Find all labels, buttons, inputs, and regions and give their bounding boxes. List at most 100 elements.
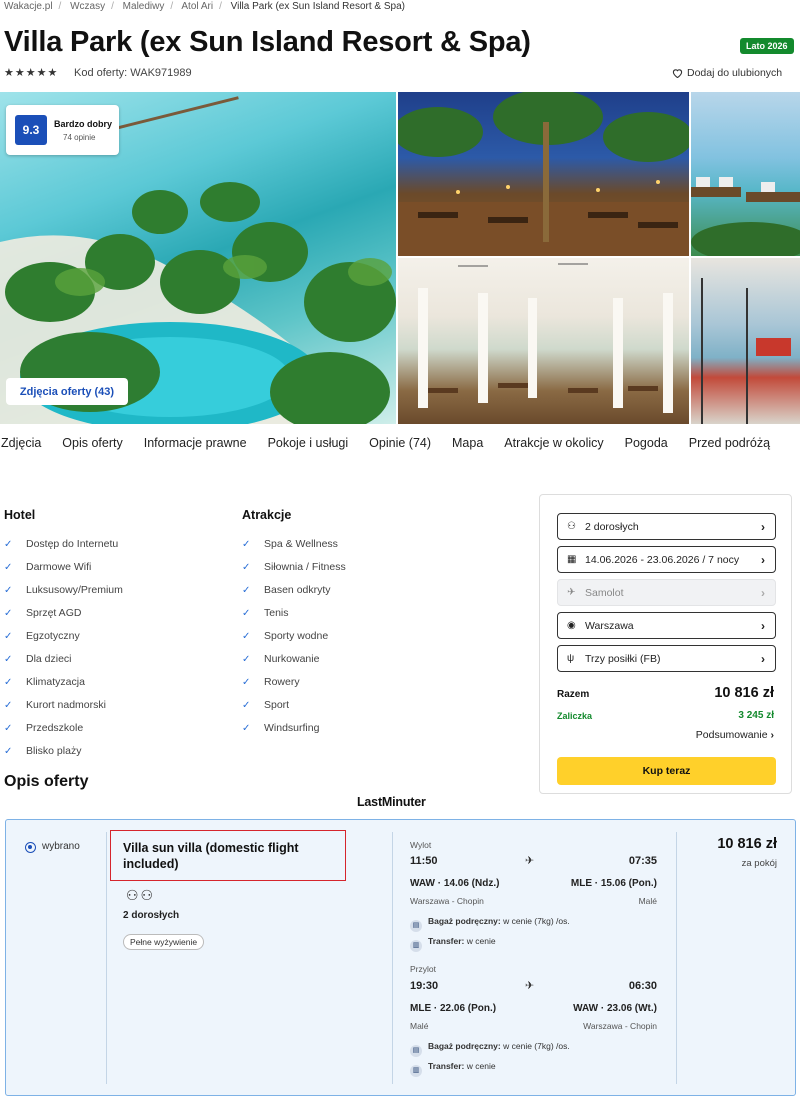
terrace-image [398,92,689,256]
check-icon: ✓ [4,562,13,573]
person-icon: ⚇ [567,521,576,532]
selected-label: wybrano [42,841,80,852]
inbound-transfer: ▥ Transfer: w cenie [410,1061,496,1077]
check-icon: ✓ [4,631,13,642]
photo-gallery: 9.3 Bardzo dobry 74 opinie Zdjęcia ofert… [0,92,800,424]
plane-icon: ✈ [525,980,535,992]
calendar-icon: ▦ [567,554,577,565]
photos-button[interactable]: Zdjęcia oferty (43) [6,378,128,405]
amenity-label: Sprzęt AGD [26,607,82,619]
breadcrumb-item[interactable]: Wakacje.pl [4,1,53,12]
persons-value: 2 dorosłych [585,520,639,533]
amenity-label: Egzotyczny [26,630,80,642]
amenity-label: Blisko plaży [26,745,82,757]
breadcrumb-item[interactable]: Atol Ari [181,1,213,12]
tab-before-trip[interactable]: Przed podróżą [689,436,770,454]
transport-value: Samolot [585,586,624,599]
list-item: ✓ Nurkowanie [242,648,346,671]
outbound-dep-time: 11:50 [410,855,438,867]
attractions-heading: Atrakcje [242,508,292,522]
deposit-price: 3 245 zł [738,710,774,721]
attraction-label: Tenis [264,607,289,619]
tab-photos[interactable]: Zdjęcia [1,436,41,454]
dates-select[interactable]: ▦ 14.06.2026 - 23.06.2026 / 7 nocy › [557,546,776,573]
outbound-label: Wylot [410,840,432,850]
favorite-label: Dodaj do ulubionych [687,67,783,79]
provider-logo: LastMinuter [357,795,426,809]
buy-now-button[interactable]: Kup teraz [557,757,776,785]
tab-rooms-services[interactable]: Pokoje i usługi [268,436,349,454]
star-rating: ★★★★★ [4,67,59,79]
list-item: ✓ Sporty wodne [242,625,346,648]
check-icon: ✓ [4,654,13,665]
persons-select[interactable]: ⚇ 2 dorosłych › [557,513,776,540]
outbound-arr-city: Malé [638,896,657,906]
hotel-amenities-list: ✓ Dostęp do Internetu ✓ Darmowe Wifi ✓ Luks… [4,533,123,763]
tab-nearby-attractions[interactable]: Atrakcje w okolicy [504,436,603,454]
inbound-arr-city: Warszawa - Chopin [583,1021,657,1031]
plane-icon: ✈ [525,855,535,867]
departure-select[interactable]: ◉ Warszawa › [557,612,776,639]
photo-restaurant-hall[interactable] [398,258,689,424]
divider [676,832,677,1084]
attraction-label: Basen odkryty [264,584,331,596]
check-icon: ✓ [4,746,13,757]
offer-card[interactable]: wybrano Villa sun villa (domestic flight… [5,819,796,1096]
check-icon: ✓ [242,608,251,619]
check-icon: ✓ [242,723,251,734]
inbound-baggage: ▤ Bagaż podręczny: w cenie (7kg) /os. [410,1041,570,1057]
attraction-label: Siłownia / Fitness [264,561,346,573]
tab-weather[interactable]: Pogoda [625,436,668,454]
photo-villa-interior[interactable] [691,258,800,424]
section-title: Opis oferty [4,773,89,790]
list-item: ✓ Siłownia / Fitness [242,556,346,579]
selected-radio[interactable] [25,842,36,853]
cutlery-icon: ψ [567,653,575,664]
attraction-label: Sporty wodne [264,630,329,642]
chevron-right-icon: › [761,586,765,600]
summary-link[interactable]: Podsumowanie › [696,729,774,741]
board-select[interactable]: ψ Trzy posiłki (FB) › [557,645,776,672]
inbound-dep-city: Malé [410,1021,429,1031]
chevron-right-icon: › [761,619,765,633]
amenity-label: Darmowe Wifi [26,561,92,573]
check-icon: ✓ [242,677,251,688]
list-item: ✓ Klimatyzacja [4,671,123,694]
offer-price: 10 816 zł [717,836,777,852]
tab-offer-description[interactable]: Opis oferty [62,436,122,454]
tab-reviews[interactable]: Opinie (74) [369,436,431,454]
amenity-label: Dla dzieci [26,653,72,665]
tab-legal-info[interactable]: Informacje prawne [144,436,247,454]
check-icon: ✓ [242,539,251,550]
add-to-favorites-button[interactable]: Dodaj do ulubionych [672,67,782,79]
breadcrumb-item[interactable]: Wczasy [70,1,105,12]
check-icon: ✓ [242,700,251,711]
tab-map[interactable]: Mapa [452,436,483,454]
outbound-transfer: ▥ Transfer: w cenie [410,936,496,952]
photo-water-villas[interactable] [691,92,800,256]
summary-label: Podsumowanie [695,729,768,741]
list-item: ✓ Przedszkole [4,717,123,740]
check-icon: ✓ [4,585,13,596]
heart-icon [672,69,683,79]
attractions-list: ✓ Spa & Wellness ✓ Siłownia / Fitness ✓ Bas… [242,533,346,740]
photo-restaurant-terrace[interactable] [398,92,689,256]
breadcrumb: Wakacje.pl / Wczasy / Malediwy / Atol Ari / … [4,1,405,12]
departure-value: Warszawa [585,619,634,632]
restaurant-hall-image [418,263,673,413]
main-photo[interactable]: 9.3 Bardzo dobry 74 opinie Zdjęcia ofert… [0,92,396,424]
inbound-dep-code: MLE · 22.06 (Pon.) [410,1003,497,1014]
chevron-right-icon: › [761,553,765,567]
suitcase-icon: ▤ [410,1045,422,1057]
list-item: ✓ Sport [242,694,346,717]
rating-count: 74 opinie [63,133,96,142]
season-badge: Lato 2026 [740,38,794,54]
list-item: ✓ Kurort nadmorski [4,694,123,717]
adults-count: 2 dorosłych [123,910,180,921]
rating-card[interactable]: 9.3 Bardzo dobry 74 opinie [6,105,119,155]
suitcase-icon: ▤ [410,920,422,932]
breadcrumb-item[interactable]: Malediwy [123,1,165,12]
attraction-label: Sport [264,699,290,711]
board-badge: Pełne wyżywienie [123,934,205,950]
booking-panel: ⚇ 2 dorosłych › ▦ 14.06.2026 - 23.06.2026 /… [539,494,792,794]
